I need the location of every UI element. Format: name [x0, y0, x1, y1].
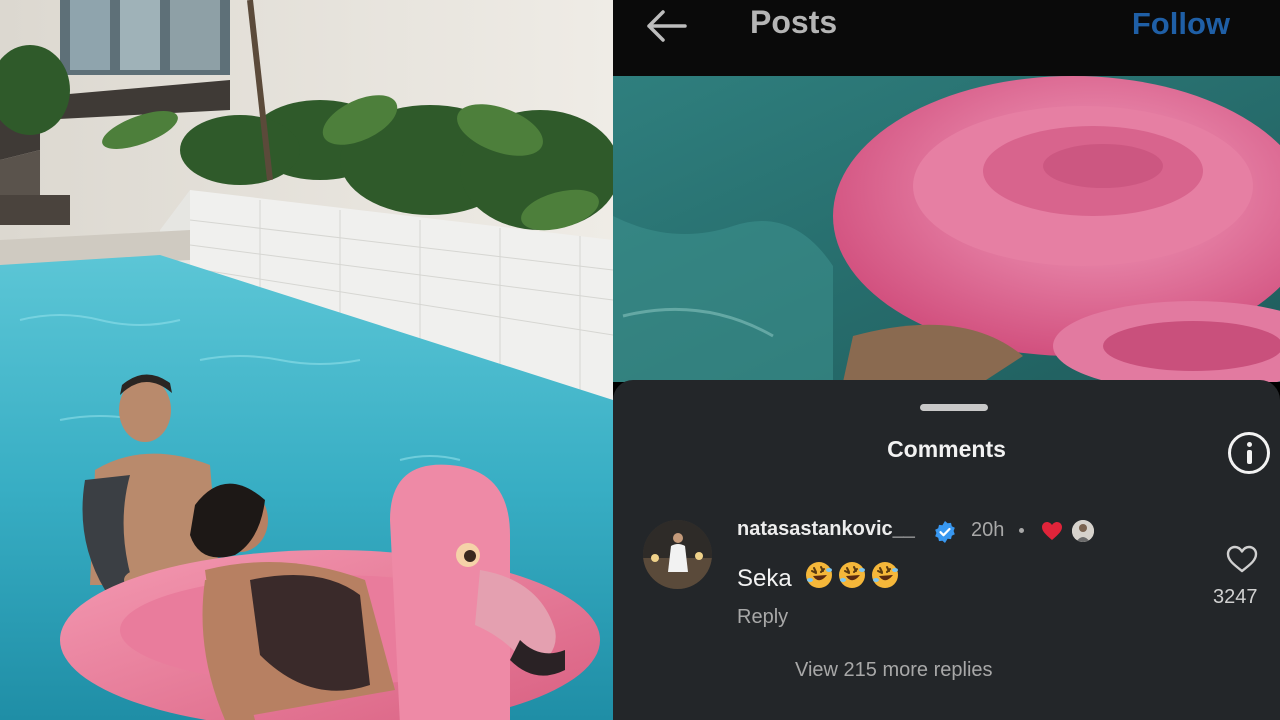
heart-icon — [1042, 522, 1062, 540]
comment-body: Seka — [737, 565, 792, 592]
comments-title: Comments — [887, 436, 1006, 462]
creator-like-avatar — [1072, 520, 1094, 542]
rolling-on-floor-laughing-icon — [806, 562, 833, 588]
separator-dot — [1019, 528, 1024, 533]
verified-badge-icon — [935, 521, 955, 543]
rolling-on-floor-laughing-icon — [839, 562, 866, 588]
arrow-left-icon — [647, 10, 687, 42]
pool-photo — [0, 0, 613, 720]
page-title: Posts — [750, 4, 838, 40]
back-button[interactable] — [643, 6, 691, 46]
rolling-on-floor-laughing-icon — [872, 562, 899, 588]
heart-outline-icon[interactable] — [1225, 544, 1259, 574]
instagram-post-view: Posts Follow Comments natasastankovic__ … — [613, 0, 1280, 720]
like-count: 3247 — [1213, 586, 1258, 608]
commenter-avatar[interactable] — [643, 520, 712, 589]
drag-handle[interactable] — [920, 404, 988, 411]
info-button[interactable] — [1228, 432, 1270, 474]
comment-text: Seka — [737, 560, 900, 593]
emoji-row — [804, 560, 900, 590]
comments-sheet: Comments natasastankovic__ 20h Seka Repl… — [613, 380, 1280, 720]
post-image[interactable] — [613, 76, 1280, 382]
reply-button[interactable]: Reply — [737, 606, 788, 629]
follow-button[interactable]: Follow — [1132, 6, 1230, 42]
comment-timestamp: 20h — [971, 519, 1005, 541]
top-bar: Posts Follow — [613, 0, 1280, 76]
view-more-replies-button[interactable]: View 215 more replies — [795, 659, 993, 682]
info-icon — [1247, 442, 1252, 447]
comment-username[interactable]: natasastankovic__ — [737, 518, 915, 541]
